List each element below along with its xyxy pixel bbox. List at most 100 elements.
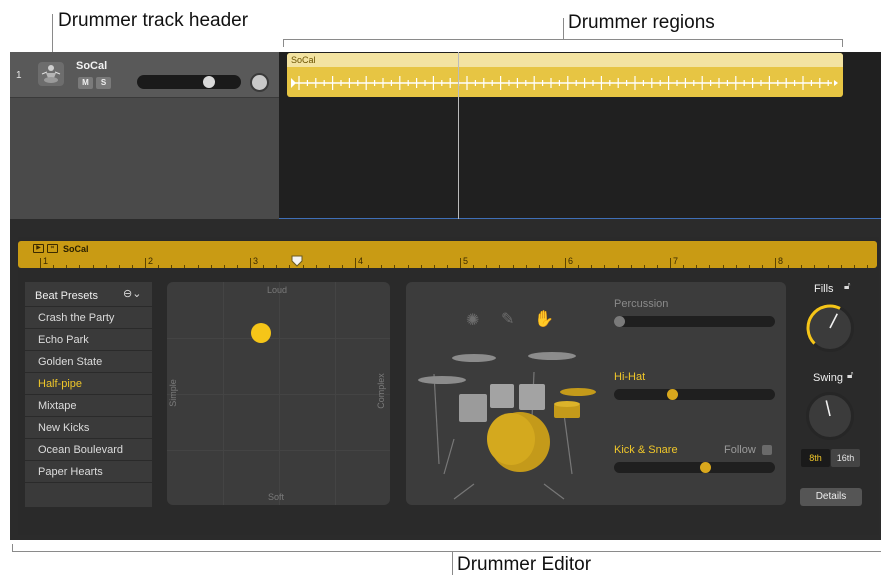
preset-item[interactable]: Crash the Party — [25, 306, 152, 328]
ruler-tick — [250, 258, 251, 268]
shaker-icon[interactable]: ✎ — [501, 309, 514, 329]
editor-ruler[interactable]: ▶ ⌗ SoCal 1 2 3 4 5 6 7 8 — [18, 241, 877, 268]
solo-button[interactable]: S — [96, 77, 111, 89]
ruler-subtick — [315, 265, 317, 268]
ruler-subtick — [709, 265, 711, 268]
ruler-subtick — [617, 265, 619, 268]
ruler-tick — [460, 258, 461, 268]
tambourine-icon[interactable]: ✺ — [466, 310, 479, 330]
ruler-subtick — [236, 265, 238, 268]
xy-grid-line — [167, 450, 390, 451]
ruler-subtick — [66, 265, 68, 268]
ruler-subtick — [748, 265, 750, 268]
preset-item[interactable]: Mixtape — [25, 394, 152, 416]
hihat-slider[interactable] — [614, 389, 775, 400]
kick-snare-slider-thumb[interactable] — [699, 462, 711, 473]
editor-bracket-bottom — [12, 551, 881, 552]
ruler-subtick — [604, 265, 606, 268]
callout-track-header: Drummer track header — [58, 10, 249, 31]
editor-bracket-left — [12, 544, 13, 552]
callout-editor: Drummer Editor — [457, 554, 592, 575]
ruler-subtick — [722, 265, 724, 268]
ruler-subtick — [263, 265, 265, 268]
track-number: 1 — [16, 70, 22, 81]
ruler-subtick — [394, 265, 396, 268]
xy-pad[interactable]: Loud Soft Simple Complex — [167, 282, 390, 505]
ruler-subtick — [223, 265, 225, 268]
drummer-region[interactable]: SoCal — [287, 53, 843, 97]
kick-snare-slider[interactable] — [614, 462, 775, 473]
callout-regions: Drummer regions — [568, 12, 715, 33]
fills-lock-icon[interactable]: 🔓︎ — [844, 281, 850, 292]
ruler-subtick — [827, 265, 829, 268]
ruler-subtick — [486, 265, 488, 268]
volume-slider[interactable] — [137, 75, 241, 89]
ruler-subtick — [79, 265, 81, 268]
percussion-slider-thumb[interactable] — [614, 316, 625, 327]
eighth-note-button[interactable]: 8th — [801, 449, 830, 467]
xy-grid-line — [167, 394, 390, 395]
ruler-tick — [775, 258, 776, 268]
follow-checkbox[interactable] — [762, 445, 772, 455]
percussion-label: Percussion — [614, 298, 669, 310]
ruler-subtick — [525, 265, 527, 268]
follow-label: Follow — [724, 444, 756, 456]
ruler-subtick — [866, 265, 868, 268]
sixteenth-note-button[interactable]: 16th — [831, 449, 860, 467]
ruler-subtick — [197, 265, 199, 268]
ruler-subtick — [53, 265, 55, 268]
ruler-bar-number: 8 — [778, 256, 784, 266]
regions-bracket-stem — [563, 18, 564, 39]
ellipsis-circle-icon[interactable]: ⊖⌄ — [123, 287, 141, 300]
region-header: SoCal — [287, 53, 843, 67]
ruler-subtick — [761, 265, 763, 268]
ruler-bar-number: 5 — [463, 256, 469, 266]
ruler-subtick — [656, 265, 658, 268]
ruler-tick — [145, 258, 146, 268]
drummer-track-header[interactable]: 1 SoCal M S — [10, 52, 279, 98]
region-play-icon[interactable]: ▶ — [33, 244, 44, 253]
mute-button[interactable]: M — [78, 77, 93, 89]
drummer-avatar-icon — [38, 62, 64, 86]
drum-kit-illustration[interactable] — [414, 344, 604, 504]
xy-label-loud: Loud — [267, 285, 288, 295]
clap-icon[interactable]: ✋ — [534, 309, 554, 329]
ruler-tick — [40, 258, 41, 268]
ruler-tick — [565, 258, 566, 268]
ruler-subtick — [512, 265, 514, 268]
ruler-subtick — [407, 265, 409, 268]
drum-kit-panel: ✺ ✎ ✋ Percussion Hi-Hat Kick & Snare Fol… — [406, 282, 786, 505]
ruler-subtick — [551, 265, 553, 268]
xy-label-soft: Soft — [268, 492, 285, 502]
volume-slider-thumb[interactable] — [203, 76, 215, 88]
ruler-bar-number: 7 — [673, 256, 679, 266]
hihat-slider-thumb[interactable] — [666, 389, 678, 400]
swing-lock-icon[interactable]: 🔓︎ — [847, 370, 853, 381]
track-headers-panel: 1 SoCal M S — [10, 52, 279, 219]
preset-item[interactable]: Ocean Boulevard — [25, 438, 152, 460]
ruler-bar-number: 1 — [43, 256, 49, 266]
ruler-playhead-icon[interactable] — [291, 255, 303, 267]
preset-item[interactable]: Golden State — [25, 350, 152, 372]
regions-bracket-right — [842, 39, 843, 47]
details-button[interactable]: Details — [800, 488, 862, 506]
percussion-slider[interactable] — [614, 316, 775, 327]
swing-knob[interactable] — [806, 392, 854, 440]
ruler-subtick — [630, 265, 632, 268]
pan-knob[interactable] — [250, 73, 269, 92]
preset-item[interactable]: New Kicks — [25, 416, 152, 438]
ruler-subtick — [341, 265, 343, 268]
fills-knob[interactable] — [806, 304, 854, 352]
ruler-subtick — [171, 265, 173, 268]
preset-item[interactable]: Paper Hearts — [25, 460, 152, 482]
preset-item-selected[interactable]: Half-pipe — [25, 372, 152, 394]
xy-label-simple: Simple — [167, 379, 178, 407]
ruler-subtick — [473, 265, 475, 268]
region-name: SoCal — [291, 55, 316, 65]
xy-pad-puck[interactable] — [250, 323, 271, 344]
ruler-subtick — [735, 265, 737, 268]
preset-item[interactable]: Echo Park — [25, 328, 152, 350]
xy-grid-line — [167, 338, 390, 339]
ruler-subtick — [814, 265, 816, 268]
ruler-tick — [355, 258, 356, 268]
